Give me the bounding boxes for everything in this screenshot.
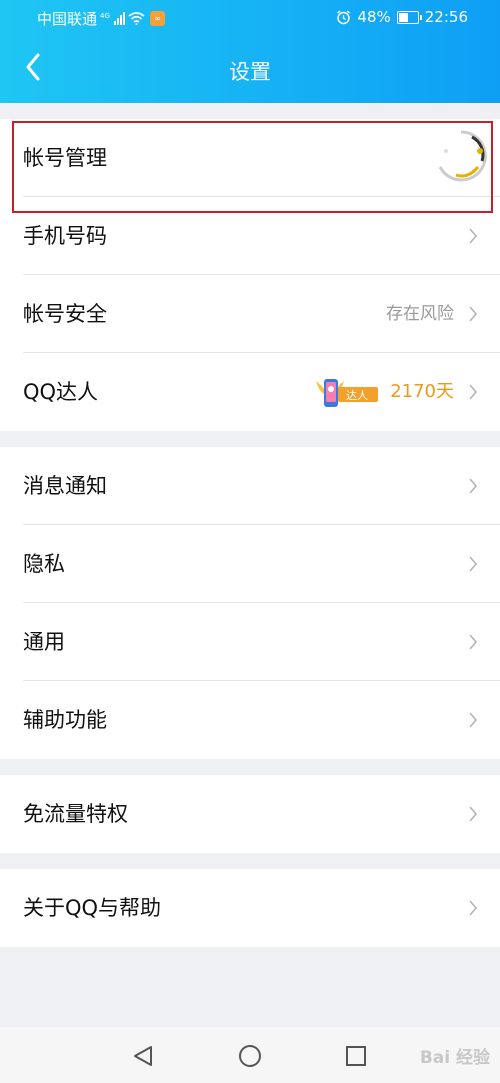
- settings-row-notifications[interactable]: 消息通知: [0, 447, 500, 525]
- network-type: 4G: [100, 11, 110, 20]
- circle-home-icon: [239, 1045, 261, 1067]
- signal-icon: [113, 12, 125, 25]
- settings-row-about-help[interactable]: 关于QQ与帮助: [0, 869, 500, 947]
- settings-row-privacy[interactable]: 隐私: [0, 525, 500, 603]
- status-left: 中国联通 4G ∞: [37, 8, 165, 29]
- highlight-box: [12, 121, 493, 213]
- chevron-right-icon: [469, 806, 477, 822]
- chevron-right-icon: [469, 306, 477, 322]
- daren-badge-text: 达人: [346, 389, 368, 402]
- settings-row-qq-daren[interactable]: QQ达人 达人 2170天: [0, 353, 500, 431]
- about-group: 关于QQ与帮助: [0, 869, 500, 947]
- notification-app-icon: ∞: [149, 11, 165, 26]
- security-status-value: 存在风险: [386, 304, 454, 324]
- chevron-right-icon: [469, 556, 477, 572]
- nav-home-button[interactable]: [237, 1043, 263, 1069]
- clock-time: 22:56: [424, 8, 468, 26]
- settings-row-account-security[interactable]: 帐号安全 存在风险: [0, 275, 500, 353]
- watermark: Bai 经验: [419, 1048, 490, 1068]
- row-label: 通用: [23, 630, 65, 654]
- chevron-right-icon: [469, 712, 477, 728]
- chevron-right-icon: [469, 228, 477, 244]
- carrier-label: 中国联通: [37, 10, 98, 28]
- battery-percent: 48%: [357, 8, 391, 26]
- nav-back-button[interactable]: [130, 1043, 156, 1069]
- wifi-icon: [128, 12, 145, 25]
- triangle-back-icon: [134, 1046, 152, 1066]
- daren-days-value: 2170天: [390, 381, 454, 402]
- chevron-right-icon: [469, 384, 477, 400]
- data-free-group: 免流量特权: [0, 775, 500, 853]
- chevron-right-icon: [469, 634, 477, 650]
- row-label: 关于QQ与帮助: [23, 896, 162, 920]
- nav-recent-button[interactable]: [343, 1043, 369, 1069]
- status-right: 48% 22:56: [336, 8, 468, 26]
- battery-icon: [396, 10, 422, 24]
- row-label: 免流量特权: [23, 802, 128, 826]
- row-label: 消息通知: [23, 474, 107, 498]
- row-label: 隐私: [23, 552, 65, 576]
- system-nav-bar: Bai 经验: [0, 1027, 500, 1083]
- chevron-right-icon: [469, 478, 477, 494]
- general-group: 消息通知 隐私 通用 辅助功能: [0, 447, 500, 759]
- qq-daren-badge-icon: 达人: [316, 379, 378, 407]
- battery-fill: [398, 12, 409, 22]
- chevron-right-icon: [469, 900, 477, 916]
- row-label: 辅助功能: [23, 708, 107, 732]
- page-title: 设置: [229, 60, 271, 84]
- square-recent-icon: [346, 1046, 366, 1066]
- row-label: QQ达人: [23, 380, 99, 404]
- status-bar: 中国联通 4G ∞ 48% 22:56: [0, 0, 500, 34]
- settings-row-free-data[interactable]: 免流量特权: [0, 775, 500, 853]
- header-bar: 中国联通 4G ∞ 48% 22:56 设置: [0, 0, 500, 103]
- settings-row-accessibility[interactable]: 辅助功能: [0, 681, 500, 759]
- alarm-icon: [337, 9, 351, 24]
- settings-row-general[interactable]: 通用: [0, 603, 500, 681]
- row-label: 帐号安全: [23, 302, 107, 326]
- title-bar: 设置: [0, 40, 500, 98]
